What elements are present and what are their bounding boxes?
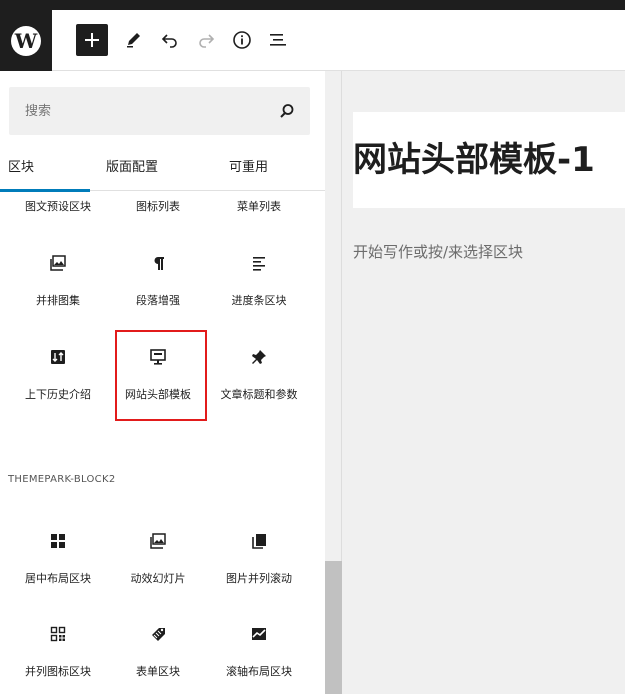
post-title[interactable]: 网站头部模板-1 (353, 137, 595, 183)
paragraph-icon (148, 253, 168, 273)
block-item-post-title[interactable]: 文章标题和参数 (211, 345, 307, 415)
align-left-icon (249, 253, 269, 273)
block-label: 图片并列滚动 (226, 572, 292, 585)
list-view-icon (270, 34, 286, 46)
block-item-center-layout[interactable]: 居中布局区块 (10, 531, 106, 591)
qrcode-icon (48, 624, 68, 644)
tab-patterns[interactable]: 版面配置 (106, 151, 158, 191)
pencil-icon (127, 33, 140, 48)
redo-icon (199, 34, 215, 48)
info-icon (233, 31, 251, 49)
block-item-scroll-layout[interactable]: 滚轴布局区块 (211, 624, 307, 684)
block-label: 上下历史介绍 (25, 388, 91, 401)
copy-icon (249, 531, 269, 551)
tab-reusable[interactable]: 可重用 (229, 151, 268, 191)
gallery-icon (148, 531, 168, 551)
add-block-button[interactable] (76, 24, 108, 56)
sidebar-scrollbar[interactable] (325, 71, 342, 694)
block-item-image-scroll[interactable]: 图片并列滚动 (211, 531, 307, 591)
block-item-form[interactable]: 表单区块 (110, 624, 206, 684)
os-top-bar (0, 0, 625, 10)
block-label: 并列图标区块 (25, 665, 91, 678)
block-item-progress[interactable]: 进度条区块 (211, 251, 307, 311)
pin-icon (249, 347, 269, 367)
block-label: 动效幻灯片 (130, 572, 186, 585)
post-title-block[interactable]: 网站头部模板-1 (353, 112, 625, 208)
search-input[interactable] (9, 87, 269, 135)
block-label: 菜单列表 (237, 200, 281, 213)
block-label: 进度条区块 (231, 294, 287, 307)
search-box (9, 87, 310, 135)
block-item-history[interactable]: 上下历史介绍 (10, 345, 106, 415)
block-label: 图标列表 (136, 200, 180, 213)
selection-highlight-box (115, 330, 207, 421)
block-item-gallery[interactable]: 并排图集 (10, 251, 106, 311)
tools-button[interactable] (118, 24, 150, 56)
block-item-icon-row[interactable]: 并列图标区块 (10, 624, 106, 684)
tag-icon (148, 624, 168, 644)
list-view-button[interactable] (262, 24, 294, 56)
undo-icon (161, 34, 177, 48)
editor-toolbar: W (0, 10, 625, 71)
chart-icon (249, 624, 269, 644)
block-label: 滚轴布局区块 (226, 665, 292, 678)
gallery-icon (48, 253, 68, 273)
tab-blocks[interactable]: 区块 (0, 151, 91, 192)
details-button[interactable] (226, 24, 258, 56)
block-label: 居中布局区块 (25, 572, 91, 585)
redo-button[interactable] (190, 24, 222, 56)
grid-icon (48, 531, 68, 551)
plus-icon (85, 33, 99, 47)
block-item-paragraph[interactable]: 段落增强 (110, 251, 206, 311)
sort-icon (48, 347, 68, 367)
block-item[interactable]: 图文预设区块 (10, 199, 106, 215)
editor-canvas: 网站头部模板-1 开始写作或按/来选择区块 (342, 71, 625, 694)
category-heading: THEMEPARK-BLOCK2 (8, 474, 116, 485)
scrollbar-thumb[interactable] (325, 561, 342, 694)
wordpress-icon: W (11, 25, 41, 56)
search-icon[interactable] (278, 102, 296, 120)
block-item[interactable]: 菜单列表 (211, 199, 307, 215)
block-label: 并排图集 (36, 294, 80, 307)
block-item[interactable]: 图标列表 (110, 199, 206, 215)
inserter-tabs: 区块 版面配置 可重用 (0, 151, 325, 192)
block-label: 段落增强 (136, 294, 180, 307)
block-label: 表单区块 (136, 665, 180, 678)
undo-button[interactable] (154, 24, 186, 56)
block-label: 文章标题和参数 (220, 388, 298, 401)
block-placeholder[interactable]: 开始写作或按/来选择区块 (353, 241, 523, 262)
wordpress-logo-button[interactable]: W (0, 10, 52, 71)
block-inserter-panel: 区块 版面配置 可重用 图文预设区块 图标列表 菜单列表 并排图集 段落增强 进… (0, 71, 325, 694)
block-label: 图文预设区块 (25, 200, 91, 213)
block-item-slideshow[interactable]: 动效幻灯片 (110, 531, 206, 591)
